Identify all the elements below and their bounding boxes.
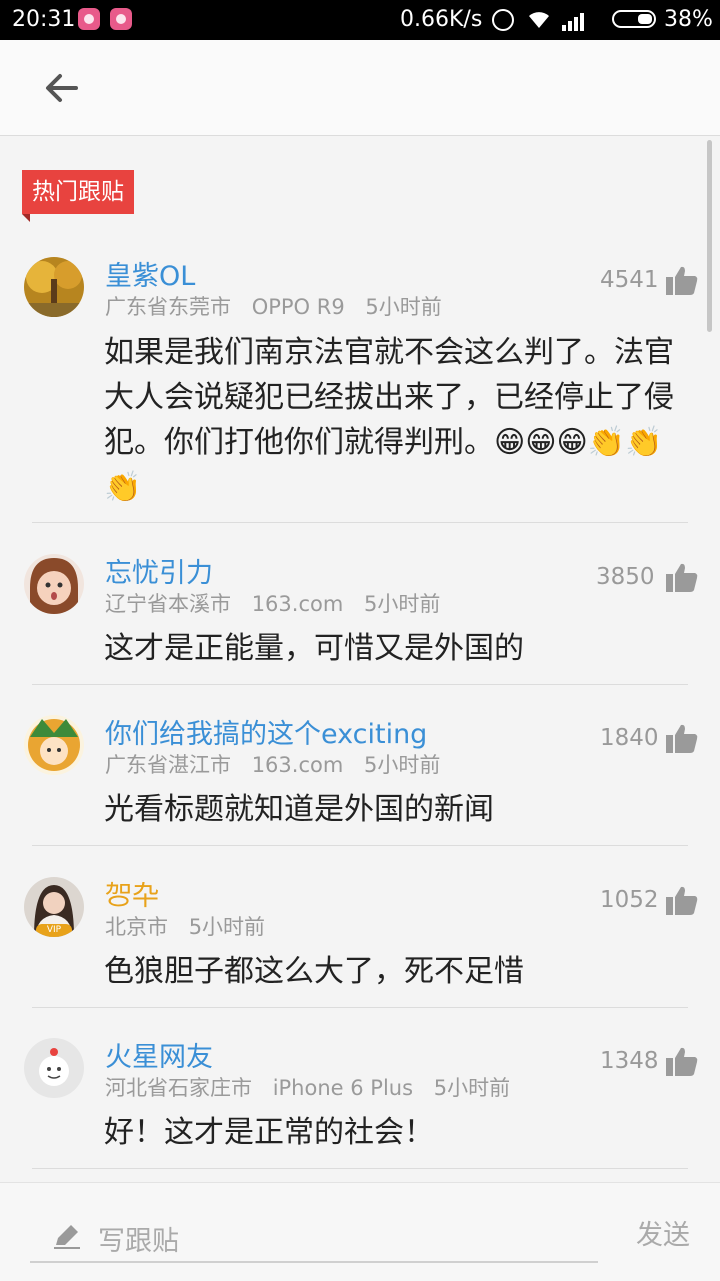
send-button[interactable]: 发送 [636, 1213, 690, 1252]
like-count: 3850 [596, 564, 655, 590]
username[interactable]: 皇紫OL [105, 254, 195, 293]
thumbs-up-icon[interactable] [666, 265, 698, 295]
username[interactable]: 㔔卆 [105, 874, 159, 913]
comment-text: 色狼胆子都这么大了，死不足惜 [104, 954, 524, 989]
like-count: 1840 [600, 725, 659, 751]
pencil-icon [54, 1225, 80, 1249]
comment-meta: 广东省东莞市 OPPO R9 5小时前 [105, 291, 456, 321]
scrollbar[interactable] [707, 140, 712, 332]
device: 163.com [251, 592, 344, 616]
post-time: 5小时前 [365, 295, 442, 319]
vip-badge: VIP [36, 924, 72, 937]
post-time: 5小时前 [363, 592, 441, 616]
location: 河北省石家庄市 [105, 1076, 252, 1100]
username[interactable]: 忘忧引力 [105, 551, 213, 590]
comment-text: 好！这才是正常的社会！ [104, 1115, 434, 1150]
divider [32, 684, 688, 685]
comment-meta: 辽宁省本溪市 163.com 5小时前 [105, 588, 454, 618]
divider [32, 1007, 688, 1008]
thumbs-up-icon[interactable] [666, 1046, 698, 1076]
avatar[interactable] [24, 257, 84, 317]
app-notification-icon [78, 8, 100, 30]
signal-icon [562, 13, 584, 31]
device: iPhone 6 Plus [272, 1076, 414, 1100]
location: 广东省湛江市 [105, 753, 231, 777]
arrow-left-icon [46, 74, 78, 102]
post-time: 5小时前 [363, 753, 441, 777]
post-time: 5小时前 [188, 915, 266, 939]
thumbs-up-icon[interactable] [666, 723, 698, 753]
avatar[interactable] [24, 715, 84, 775]
alarm-icon [492, 9, 514, 31]
avatar[interactable] [24, 1038, 84, 1098]
network-speed: 0.66K/s [400, 7, 483, 32]
battery-icon [612, 10, 656, 28]
thumbs-up-icon[interactable] [666, 885, 698, 915]
like-count: 1052 [600, 887, 659, 913]
comment-input[interactable]: 写跟贴 [30, 1203, 598, 1263]
location: 广东省东莞市 [105, 295, 231, 319]
battery-percent: 38% [664, 7, 713, 32]
comment-meta: 河北省石家庄市 iPhone 6 Plus 5小时前 [105, 1072, 524, 1102]
location: 北京市 [105, 915, 168, 939]
post-time: 5小时前 [433, 1076, 511, 1100]
thumbs-up-icon[interactable] [666, 562, 698, 592]
back-button[interactable] [38, 65, 88, 111]
app-header [0, 40, 720, 136]
comment-meta: 北京市 5小时前 [105, 911, 279, 941]
divider [32, 845, 688, 846]
comment-placeholder: 写跟贴 [98, 1226, 179, 1257]
location: 辽宁省本溪市 [105, 592, 231, 616]
status-time: 20:31 [12, 7, 76, 32]
like-count: 4541 [600, 267, 659, 293]
comment-meta: 广东省湛江市 163.com 5小时前 [105, 749, 454, 779]
status-bar: 20:31 0.66K/s 38% [0, 0, 720, 40]
device: 163.com [251, 753, 344, 777]
comment-text: 如果是我们南京法官就不会这么判了。法官大人会说疑犯已经拔出来了，已经停止了侵犯。… [104, 335, 674, 505]
avatar[interactable] [24, 554, 84, 614]
username[interactable]: 你们给我搞的这个exciting [105, 712, 427, 751]
like-count: 1348 [600, 1048, 659, 1074]
comment-text: 这才是正能量，可惜又是外国的 [104, 631, 524, 666]
divider [32, 1168, 688, 1169]
avatar[interactable]: VIP [24, 877, 84, 937]
wifi-icon [529, 12, 549, 28]
divider [32, 522, 688, 523]
app-notification-icon [110, 8, 132, 30]
hot-comments-tag: 热门跟贴 [22, 170, 134, 222]
username[interactable]: 火星网友 [105, 1035, 213, 1074]
device: OPPO R9 [251, 295, 345, 319]
compose-bar: 写跟贴 发送 [0, 1182, 720, 1281]
comment-text: 光看标题就知道是外国的新闻 [104, 792, 494, 827]
